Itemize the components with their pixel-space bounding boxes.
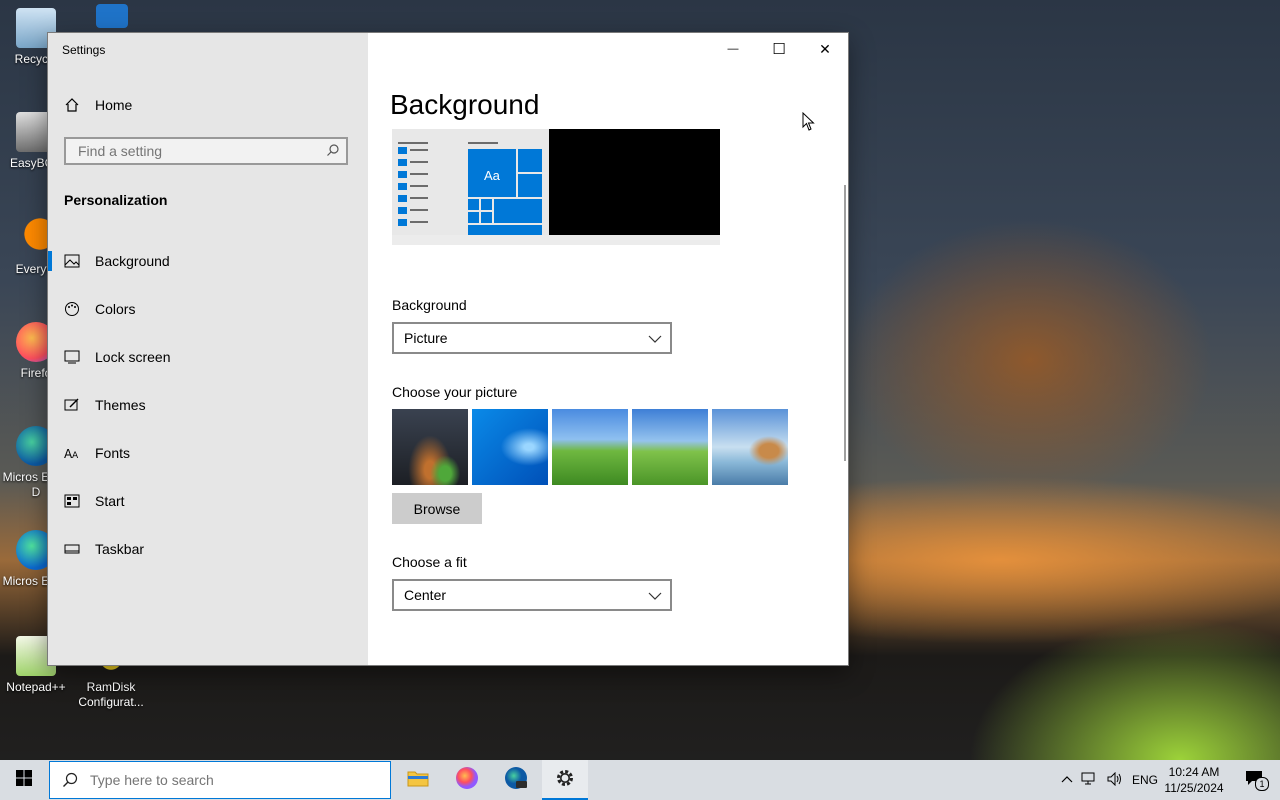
volume-icon[interactable] — [1102, 771, 1128, 789]
taskbar-firefox[interactable] — [444, 760, 490, 800]
background-preview: Aa — [392, 129, 720, 245]
sidebar-item-background[interactable]: Background — [48, 237, 368, 285]
content-scrollbar[interactable] — [844, 185, 846, 461]
background-label: Background — [392, 297, 467, 313]
picture-thumbnail[interactable] — [392, 409, 468, 485]
settings-window: Settings Home Personalization Background — [48, 33, 848, 665]
start-icon — [64, 493, 80, 509]
chevron-up-icon[interactable] — [1058, 773, 1076, 787]
choose-picture-label: Choose your picture — [392, 384, 518, 400]
preview-start-menu-graphic — [398, 142, 542, 235]
windows-logo-icon — [16, 769, 32, 791]
home-label: Home — [95, 97, 133, 113]
picture-thumbnail[interactable] — [712, 409, 788, 485]
desktop-icon-label: RamDisk Configurat... — [78, 680, 144, 709]
firefox-icon — [455, 766, 479, 795]
picture-icon — [64, 253, 80, 269]
picture-thumbnail[interactable] — [472, 409, 548, 485]
taskbar-search-input[interactable] — [88, 771, 372, 789]
sidebar-item-themes[interactable]: Themes — [48, 381, 368, 429]
page-title: Background — [390, 89, 540, 120]
settings-sidebar: Settings Home Personalization Background — [48, 33, 368, 665]
sidebar-item-label: Fonts — [95, 445, 131, 461]
sidebar-item-label: Start — [95, 493, 125, 509]
edge-dev-icon — [504, 766, 528, 795]
section-title: Personalization — [64, 192, 168, 208]
svg-text:A: A — [72, 451, 79, 460]
desktop-icon-label: Notepad++ — [6, 680, 66, 694]
search-icon — [326, 143, 340, 157]
themes-icon — [64, 397, 80, 413]
fonts-icon: AA — [64, 445, 80, 461]
sidebar-item-colors[interactable]: Colors — [48, 285, 368, 333]
notification-count-badge: 1 — [1255, 776, 1269, 791]
notification-icon: 1 — [1245, 770, 1269, 791]
preview-tile-label: Aa — [484, 168, 500, 183]
taskbar-file-explorer[interactable] — [395, 760, 441, 800]
system-tray: ENG — [1058, 760, 1158, 800]
preview-taskbar — [392, 235, 720, 245]
picture-thumbnails — [392, 409, 788, 485]
sidebar-item-fonts[interactable]: AA Fonts — [48, 429, 368, 477]
taskbar-settings[interactable] — [542, 760, 588, 800]
sidebar-item-start[interactable]: Start — [48, 477, 368, 525]
sidebar-item-lock-screen[interactable]: Lock screen — [48, 333, 368, 381]
personalization-nav: Background Colors Lock screen Themes A A… — [48, 237, 368, 573]
background-dropdown[interactable]: Picture — [392, 322, 672, 354]
folder-icon — [407, 769, 429, 792]
fit-dropdown-value: Center — [404, 587, 447, 603]
picture-thumbnail[interactable] — [632, 409, 708, 485]
settings-content: Background Aa Background Picture Choose … — [368, 33, 848, 665]
background-dropdown-value: Picture — [404, 330, 448, 346]
clock-time: 10:24 AM — [1168, 765, 1220, 779]
chevron-down-icon — [648, 332, 662, 348]
search-icon — [62, 772, 78, 793]
sidebar-item-label: Themes — [95, 397, 146, 413]
home-icon — [64, 97, 80, 113]
mouse-cursor-icon — [802, 111, 816, 137]
find-setting-search[interactable] — [64, 137, 348, 165]
home-link[interactable]: Home — [64, 97, 132, 113]
browse-button[interactable]: Browse — [392, 493, 482, 524]
taskbar-clock[interactable]: 10:24 AM 11/25/2024 — [1160, 764, 1228, 796]
palette-icon — [64, 301, 80, 317]
chevron-down-icon — [648, 589, 662, 605]
action-center-button[interactable]: 1 — [1234, 760, 1274, 800]
picture-thumbnail[interactable] — [552, 409, 628, 485]
vscode-icon — [96, 4, 128, 28]
choose-fit-label: Choose a fit — [392, 554, 467, 570]
sidebar-item-taskbar[interactable]: Taskbar — [48, 525, 368, 573]
clock-date: 11/25/2024 — [1164, 781, 1224, 795]
network-icon[interactable] — [1076, 772, 1102, 789]
taskbar: ENG 10:24 AM 11/25/2024 1 — [0, 760, 1280, 800]
preview-desktop-area — [549, 129, 720, 235]
start-button[interactable] — [0, 760, 48, 800]
taskbar-search-box[interactable] — [49, 761, 391, 799]
sidebar-item-label: Lock screen — [95, 349, 171, 365]
taskbar-icon — [64, 541, 80, 557]
sidebar-item-label: Colors — [95, 301, 136, 317]
find-setting-input[interactable] — [76, 142, 320, 160]
desktop-icon-vscode[interactable] — [76, 4, 148, 32]
preview-start-menu: Aa — [392, 129, 549, 235]
sidebar-item-label: Taskbar — [95, 541, 145, 557]
taskbar-edge-dev[interactable] — [493, 760, 539, 800]
language-indicator[interactable]: ENG — [1132, 773, 1158, 787]
fit-dropdown[interactable]: Center — [392, 579, 672, 611]
lock-screen-icon — [64, 349, 80, 365]
gear-icon — [554, 767, 576, 794]
window-title: Settings — [62, 43, 106, 57]
sidebar-item-label: Background — [95, 253, 170, 269]
